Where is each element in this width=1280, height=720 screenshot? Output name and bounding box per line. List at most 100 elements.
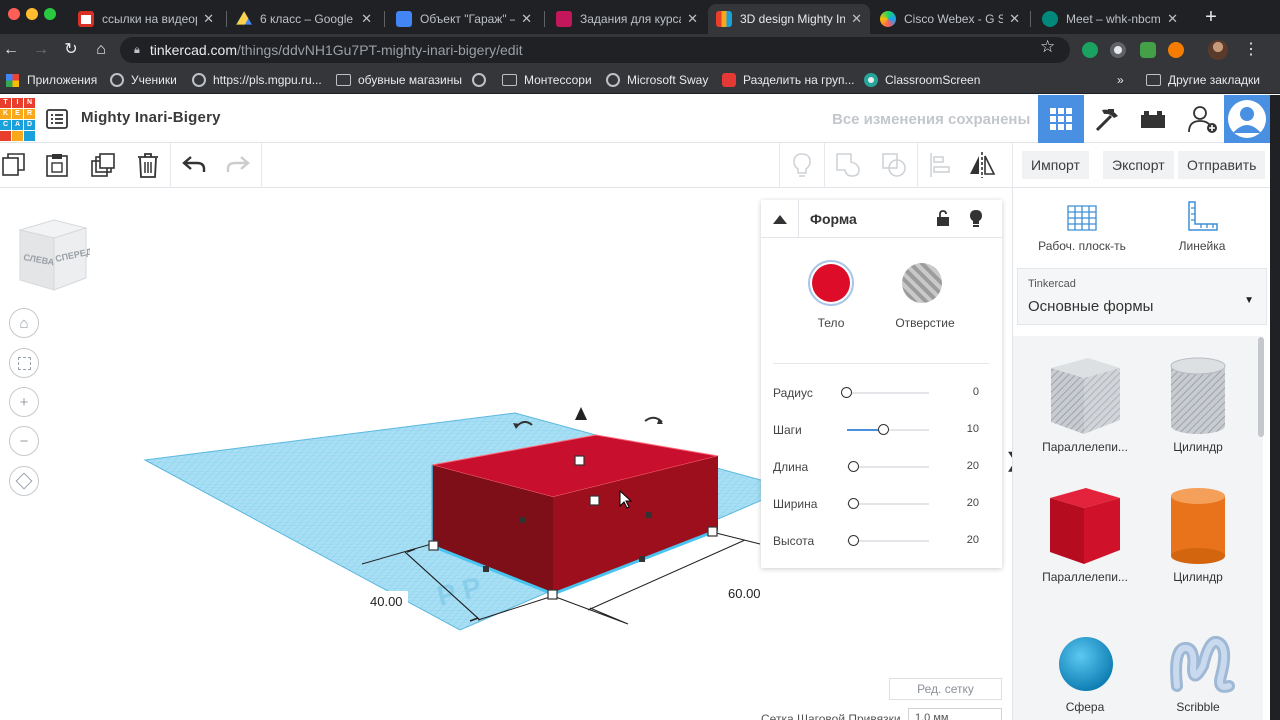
copy-button[interactable] xyxy=(0,151,28,179)
browser-tab-drive[interactable]: 6 класс – Google Диск ✕ xyxy=(228,4,380,34)
close-tab-icon[interactable]: ✕ xyxy=(851,11,862,27)
bricks-mode-button[interactable] xyxy=(1130,95,1176,143)
slider-knob[interactable] xyxy=(877,424,889,435)
property-value[interactable]: 0 xyxy=(973,386,979,398)
workplane-tool[interactable]: Рабоч. плоск-ть xyxy=(1027,200,1137,253)
slider-knob[interactable] xyxy=(847,461,859,472)
window-edge-strip xyxy=(1270,95,1280,720)
mirror-button[interactable] xyxy=(968,151,996,179)
scribble-shape[interactable]: Scribble xyxy=(1143,626,1253,714)
extension-green-icon[interactable] xyxy=(1082,42,1098,58)
slider-knob[interactable] xyxy=(847,535,859,546)
property-value[interactable]: 20 xyxy=(967,460,979,472)
bookmark-classroomscreen[interactable]: ClassroomScreen xyxy=(864,71,980,89)
slider-knob[interactable] xyxy=(841,387,852,398)
group-button[interactable] xyxy=(834,151,862,179)
slider-track[interactable] xyxy=(847,503,929,505)
sphere-shape[interactable]: Сфера xyxy=(1030,626,1140,714)
lift-arrow-handle[interactable] xyxy=(575,407,587,420)
close-window-button[interactable] xyxy=(8,8,20,20)
property-label: Ширина xyxy=(773,497,818,511)
browser-tab-meet[interactable]: Meet – whk-nbcm-dxv ✕ xyxy=(1034,4,1186,34)
browser-tab-forms[interactable]: Задания для курса ✕ xyxy=(548,4,706,34)
close-tab-icon[interactable]: ✕ xyxy=(521,11,532,27)
length-dimension-label[interactable]: 60.00 xyxy=(723,583,766,604)
new-tab-button[interactable]: + xyxy=(1200,6,1222,29)
lock-icon[interactable] xyxy=(936,210,950,227)
browser-menu-icon[interactable]: ⋮ xyxy=(1240,39,1262,61)
snap-grid-select[interactable]: 1,0 мм xyxy=(908,708,1002,720)
close-tab-icon[interactable]: ✕ xyxy=(687,11,698,27)
notes-button[interactable] xyxy=(788,151,816,179)
solid-button[interactable] xyxy=(808,260,854,306)
shape-library-select[interactable]: Tinkercad Основные формы ▼ xyxy=(1017,268,1267,325)
back-arrow-icon[interactable]: ← xyxy=(0,39,22,61)
width-dimension-label[interactable]: 40.00 xyxy=(365,591,408,612)
home-icon[interactable]: ⌂ xyxy=(90,39,112,61)
paste-button[interactable] xyxy=(43,151,71,179)
minimize-window-button[interactable] xyxy=(26,8,38,20)
build-mode-button[interactable] xyxy=(1084,95,1130,143)
cylinder-hole-shape[interactable]: Цилиндр xyxy=(1143,356,1253,454)
bookmark-apps[interactable]: Приложения xyxy=(6,71,97,89)
collapse-inspector-button[interactable] xyxy=(761,200,799,238)
close-tab-icon[interactable]: ✕ xyxy=(1009,11,1020,27)
browser-tab-webex[interactable]: Cisco Webex - G Suite ✕ xyxy=(872,4,1028,34)
send-to-button[interactable]: Отправить xyxy=(1178,151,1266,179)
slider-track[interactable] xyxy=(847,540,929,542)
slider-track[interactable] xyxy=(847,466,929,468)
import-button[interactable]: Импорт xyxy=(1022,151,1089,179)
project-title[interactable]: Mighty Inari-Bigery xyxy=(81,109,221,126)
undo-button[interactable] xyxy=(180,151,208,179)
export-button[interactable]: Экспорт xyxy=(1103,151,1174,179)
close-tab-icon[interactable]: ✕ xyxy=(361,11,372,27)
browser-tab-tinkercad[interactable]: 3D design Mighty Inari-Bigery ✕ xyxy=(708,4,870,34)
browser-tab-docs[interactable]: Объект "Гараж" – Google Docs ✕ xyxy=(388,4,540,34)
cylinder-shape[interactable]: Цилиндр xyxy=(1143,486,1253,584)
bookmark-split-groups[interactable]: Разделить на груп... xyxy=(722,71,855,89)
slider-track[interactable] xyxy=(847,392,929,394)
user-profile-button[interactable] xyxy=(1224,95,1270,143)
bookmark-unnamed[interactable] xyxy=(472,71,493,89)
forward-arrow-icon[interactable]: → xyxy=(30,39,52,61)
profile-avatar-icon[interactable] xyxy=(1208,40,1228,60)
bookmark-folder-montessori[interactable]: Монтессори xyxy=(502,71,592,89)
box-hole-shape[interactable]: Параллелепи... xyxy=(1030,356,1140,454)
ungroup-button[interactable] xyxy=(880,151,908,179)
extension-orange-icon[interactable] xyxy=(1168,42,1184,58)
property-value[interactable]: 10 xyxy=(967,423,979,435)
tinkercad-logo[interactable]: TIN KER CAD xyxy=(0,98,35,141)
bookmark-pls-mgpu[interactable]: https://pls.mgpu.ru... xyxy=(192,71,322,89)
property-value[interactable]: 20 xyxy=(967,534,979,546)
design-list-icon[interactable] xyxy=(46,109,68,129)
ruler-tool[interactable]: Линейка xyxy=(1147,200,1257,253)
delete-button[interactable] xyxy=(134,151,162,179)
align-button[interactable] xyxy=(926,151,954,179)
slider-knob[interactable] xyxy=(847,498,859,509)
reload-icon[interactable]: ↻ xyxy=(60,39,82,61)
property-value[interactable]: 20 xyxy=(967,497,979,509)
edit-grid-button[interactable]: Ред. сетку xyxy=(889,678,1002,700)
redo-button[interactable] xyxy=(224,151,252,179)
other-bookmarks-folder[interactable]: Другие закладки xyxy=(1146,71,1260,89)
address-bar[interactable]: 🔒︎ tinkercad.com/things/ddvNH1Gu7PT-migh… xyxy=(120,37,1070,63)
extension-record-icon[interactable] xyxy=(1110,42,1126,58)
bookmark-star-icon[interactable]: ☆ xyxy=(1040,37,1055,57)
shape-list-scrollbar[interactable] xyxy=(1258,337,1264,437)
duplicate-button[interactable] xyxy=(89,151,117,179)
logo-tile xyxy=(12,131,23,141)
bookmark-students[interactable]: Ученики xyxy=(110,71,177,89)
browser-tab-gmail[interactable]: ссылки на видеоролики ✕ xyxy=(70,4,222,34)
extension-classroom-icon[interactable] xyxy=(1140,42,1156,58)
box-shape[interactable]: Параллелепи... xyxy=(1030,486,1140,584)
bookmark-sway[interactable]: Microsoft Sway xyxy=(606,71,708,89)
bookmark-folder-shoes[interactable]: обувные магазины xyxy=(336,71,462,89)
hole-button[interactable] xyxy=(902,263,942,303)
bookmarks-overflow-button[interactable]: » xyxy=(1117,71,1124,89)
close-tab-icon[interactable]: ✕ xyxy=(203,11,214,27)
lightbulb-icon[interactable] xyxy=(969,209,983,228)
invite-user-button[interactable] xyxy=(1180,95,1226,143)
close-tab-icon[interactable]: ✕ xyxy=(1167,11,1178,27)
3d-view-button[interactable] xyxy=(1038,95,1084,143)
maximize-window-button[interactable] xyxy=(44,8,56,20)
